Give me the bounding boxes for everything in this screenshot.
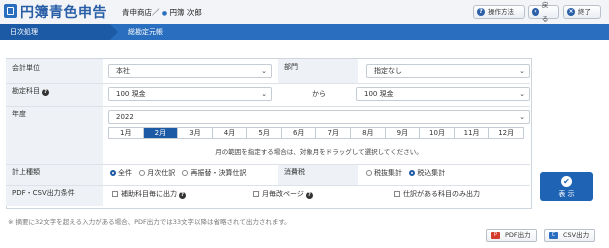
calc-option-all[interactable]: 全件 xyxy=(110,169,132,177)
pdf-option-sub[interactable]: 補助科目毎に出力? xyxy=(112,189,186,199)
company-name: 青申商店 xyxy=(122,8,152,17)
tax-option-inclusive[interactable]: 税込集計 xyxy=(409,169,445,177)
calc-option-closing[interactable]: 再振替・決算仕訳 xyxy=(182,169,246,177)
month-10[interactable]: 10月 xyxy=(420,128,455,138)
calc-label: 計上種類 xyxy=(6,165,103,185)
tax-option-exclusive[interactable]: 税抜集計 xyxy=(366,169,402,177)
app-title: 円簿青色申告 xyxy=(20,5,107,21)
truncation-note: ※ 摘要に32文字を超える入力がある場合、PDF出力では33文字以降は省略されて… xyxy=(8,218,291,226)
dept-select[interactable]: 指定なし ⌄ xyxy=(366,64,530,78)
csv-icon: C xyxy=(549,232,558,239)
nav-step-daily[interactable]: 日次処理 xyxy=(0,24,118,40)
year-label: 年度 xyxy=(6,107,103,164)
help-circle-icon[interactable]: ? xyxy=(305,192,313,199)
unit-label: 会計単位 xyxy=(6,59,103,83)
month-4[interactable]: 4月 xyxy=(213,128,248,138)
month-8[interactable]: 8月 xyxy=(351,128,386,138)
checkbox-icon xyxy=(253,191,259,197)
radio-icon xyxy=(182,170,189,176)
user-dot-icon: ● xyxy=(161,10,168,17)
unit-select[interactable]: 本社 ⌄ xyxy=(108,64,272,78)
pdf-label: PDF・CSV出力条件 xyxy=(6,186,103,206)
range-hint: 月の範囲を指定する場合は、対象月をドラッグして選択してください。 xyxy=(215,148,423,156)
chevron-down-icon: ⌄ xyxy=(261,67,267,75)
arrow-left-icon: ‹ xyxy=(532,8,539,16)
month-5[interactable]: 5月 xyxy=(247,128,282,138)
month-selector: 1月 2月 3月 4月 5月 6月 7月 8月 9月 10月 11月 12月 xyxy=(108,127,524,139)
company-user-info: 青申商店／ ● 円簿 次郎 xyxy=(122,8,202,17)
exit-button[interactable]: × 終了 xyxy=(563,5,601,19)
month-11[interactable]: 11月 xyxy=(455,128,490,138)
account-from-select[interactable]: 100 現金 ⌄ xyxy=(108,87,272,101)
month-12[interactable]: 12月 xyxy=(489,128,523,138)
range-word: から xyxy=(312,90,326,98)
checkbox-icon xyxy=(394,191,400,197)
help-button[interactable]: ? 操作方法 xyxy=(473,5,525,19)
year-select[interactable]: 2022 ⌄ xyxy=(108,110,530,124)
tax-label: 消費税 xyxy=(278,165,358,185)
close-icon: × xyxy=(567,8,575,16)
month-2[interactable]: 2月 xyxy=(143,128,179,138)
chevron-down-icon: ⌄ xyxy=(519,67,525,75)
back-button[interactable]: ‹ 戻る xyxy=(528,1,559,23)
pdf-output-button[interactable]: P PDF出力 xyxy=(486,229,537,242)
display-button[interactable]: ✔ 表 示 xyxy=(540,172,593,201)
radio-selected-icon xyxy=(110,170,116,176)
radio-icon xyxy=(366,170,372,176)
month-6[interactable]: 6月 xyxy=(282,128,317,138)
checkbox-icon xyxy=(112,191,118,197)
radio-selected-icon xyxy=(409,170,416,176)
pdf-option-only-used[interactable]: 仕訳がある科目のみ出力 xyxy=(394,189,480,199)
user-name: 円簿 次郎 xyxy=(169,8,202,17)
pdf-option-pagebreak[interactable]: 月毎改ページ? xyxy=(253,189,313,199)
account-to-select[interactable]: 100 現金 ⌄ xyxy=(356,87,530,101)
chevron-down-icon: ⌄ xyxy=(519,113,525,121)
dept-label: 部門 xyxy=(278,59,358,83)
question-icon: ? xyxy=(477,8,485,16)
calc-option-monthly[interactable]: 月次仕訳 xyxy=(139,169,175,177)
app-logo-icon xyxy=(4,4,17,18)
calc-options: 全件 月次仕訳 再振替・決算仕訳 xyxy=(110,168,246,178)
check-icon: ✔ xyxy=(561,176,572,187)
help-circle-icon[interactable]: ? xyxy=(179,192,186,199)
chevron-down-icon: ⌄ xyxy=(519,90,525,98)
csv-output-button[interactable]: C CSV出力 xyxy=(544,229,595,242)
month-3[interactable]: 3月 xyxy=(178,128,213,138)
month-9[interactable]: 9月 xyxy=(386,128,421,138)
radio-icon xyxy=(139,170,146,176)
nav-step-ledger: 総勘定元帳 xyxy=(128,28,163,36)
tax-options: 税抜集計 税込集計 xyxy=(366,168,445,178)
account-label: 勘定科目? xyxy=(6,84,103,106)
pdf-icon: P xyxy=(491,232,500,239)
chevron-down-icon: ⌄ xyxy=(261,90,267,98)
month-1[interactable]: 1月 xyxy=(109,128,144,138)
help-circle-icon[interactable]: ? xyxy=(42,89,49,96)
month-7[interactable]: 7月 xyxy=(316,128,352,138)
title-bar: 円簿青色申告 青申商店／ ● 円簿 次郎 ? 操作方法 ‹ 戻る × 終了 xyxy=(0,0,609,25)
